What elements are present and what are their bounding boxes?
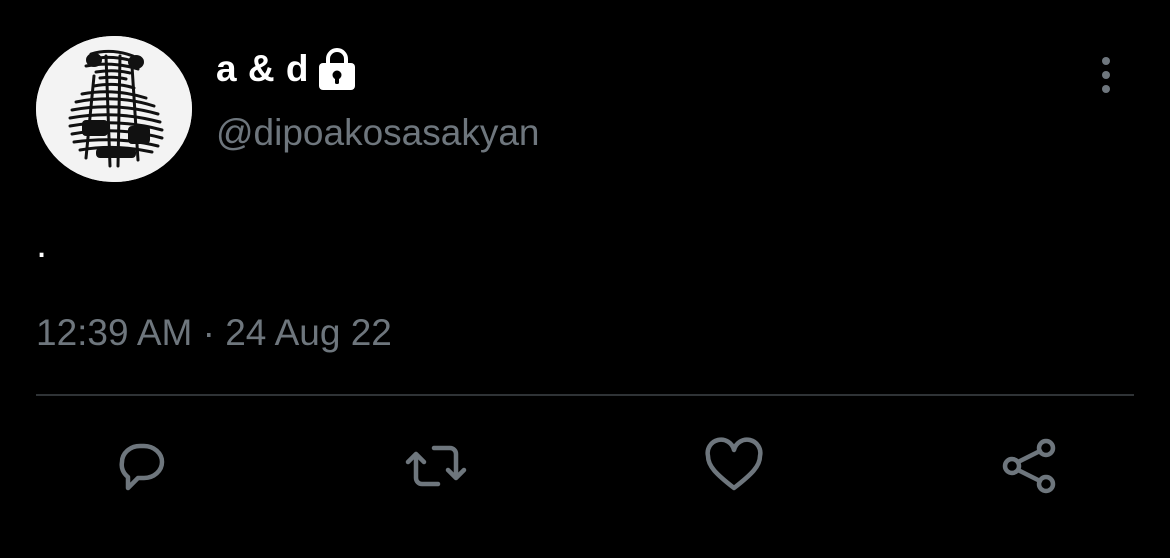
share-button[interactable] <box>998 436 1062 496</box>
heart-icon <box>705 437 763 491</box>
avatar-image <box>36 36 192 182</box>
avatar[interactable] <box>36 36 192 182</box>
tweet-timestamp[interactable]: 12:39 AM · 24 Aug 22 <box>36 312 392 354</box>
user-handle[interactable]: @dipoakosasakyan <box>216 112 539 154</box>
retweet-button[interactable] <box>404 436 468 496</box>
divider <box>36 394 1134 396</box>
name-row: a & d <box>216 44 361 94</box>
share-icon <box>1002 438 1056 494</box>
lock-icon <box>313 46 361 92</box>
action-bar <box>0 436 1170 496</box>
tweet-text: . <box>36 222 48 266</box>
like-button[interactable] <box>702 436 766 496</box>
display-name[interactable]: a & d <box>216 48 309 90</box>
reply-button[interactable] <box>108 436 172 496</box>
reply-icon <box>119 443 165 491</box>
retweet-icon <box>405 445 467 487</box>
tweet-detail: a & d @dipoakosasakyan . 12:39 AM · 24 A… <box>0 0 1170 558</box>
more-vertical-icon[interactable] <box>1090 56 1122 96</box>
